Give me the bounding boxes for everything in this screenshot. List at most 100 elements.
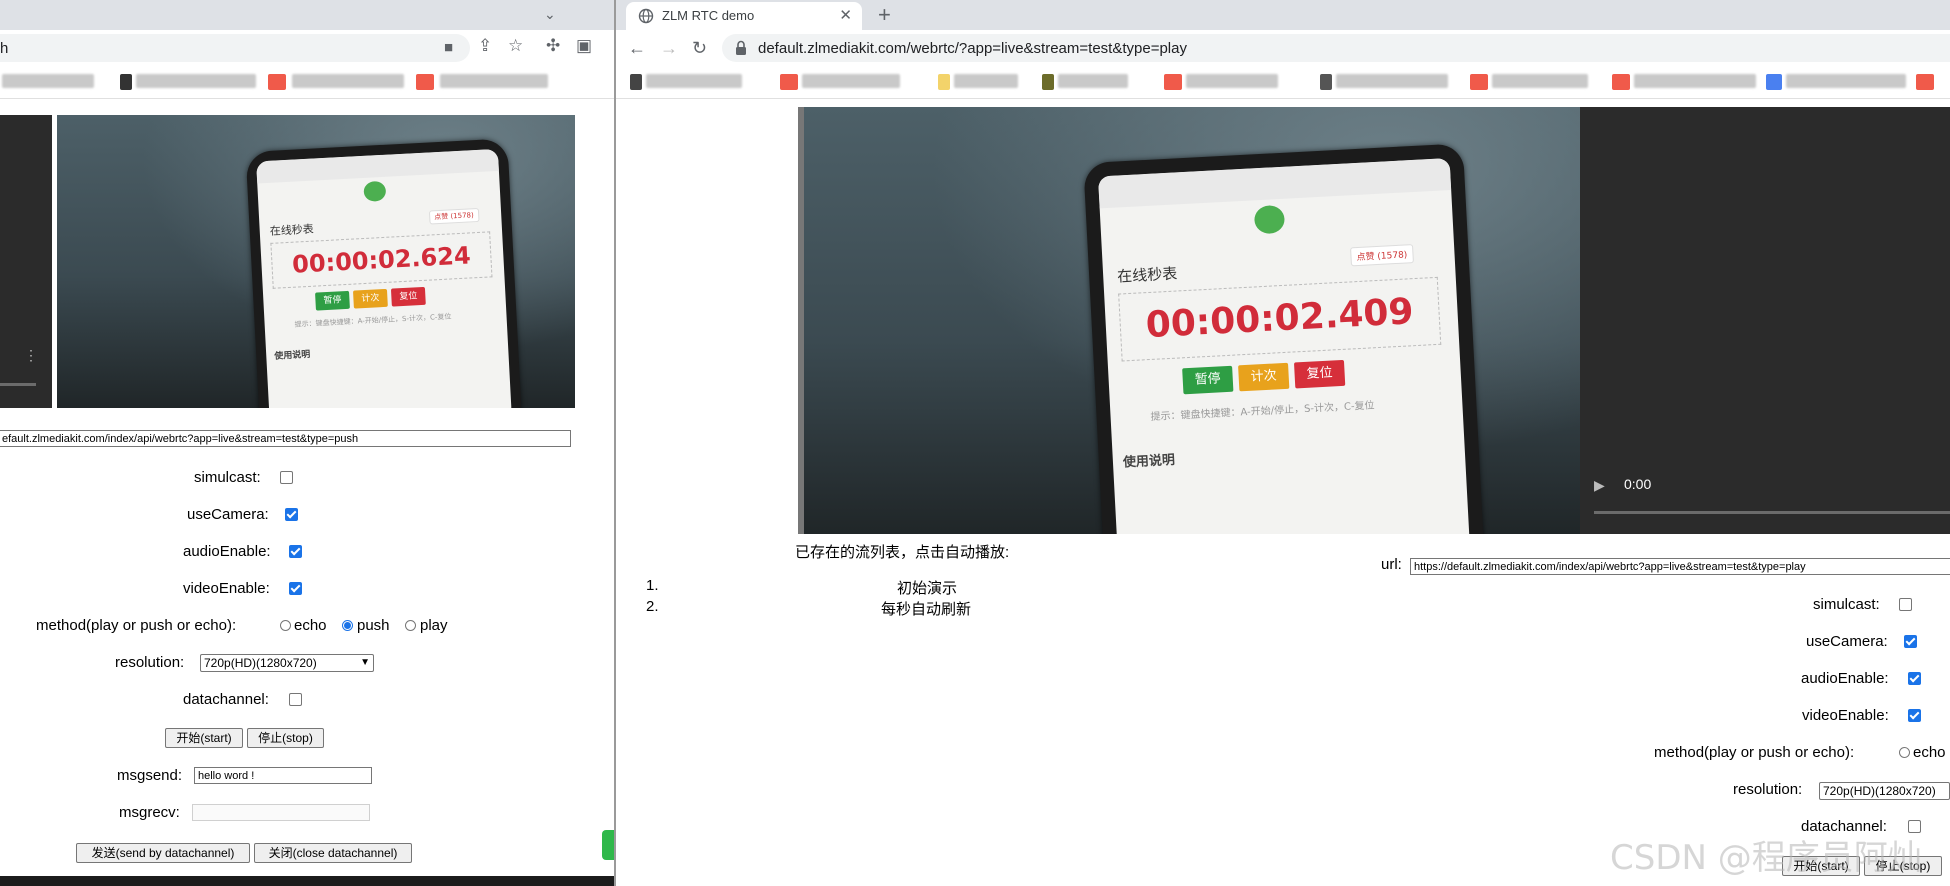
- stop-button[interactable]: 停止(stop): [247, 728, 324, 748]
- chevron-down-icon[interactable]: ⌄: [544, 6, 556, 23]
- send-datachannel-button[interactable]: 发送(send by datachannel): [76, 843, 250, 863]
- reload-icon[interactable]: ↻: [692, 38, 707, 59]
- bookmark-favicon-icon: [1916, 74, 1934, 90]
- bookmark-favicon-icon: [1042, 74, 1054, 90]
- method-radio-play[interactable]: [405, 620, 416, 631]
- extensions-icon[interactable]: ✣: [546, 36, 560, 56]
- method-radio-echo[interactable]: [280, 620, 291, 631]
- method-option-push: push: [357, 617, 390, 634]
- local-camera-video[interactable]: 在线秒表 点赞 (1578) 00:00:02.624 暂停 计次 复位 提示：…: [57, 115, 575, 408]
- stopwatch-timer: 00:00:02.624: [270, 231, 493, 289]
- method-radio-echo[interactable]: [1899, 747, 1910, 758]
- floating-side-tab[interactable]: [602, 830, 614, 860]
- local-video-left[interactable]: ⋮: [0, 115, 52, 408]
- video-progress-bar[interactable]: [0, 383, 36, 386]
- usecamera-checkbox[interactable]: [285, 508, 298, 521]
- stream-list-title: 已存在的流列表，点击自动播放:: [795, 544, 1010, 561]
- bookmark-item[interactable]: [1786, 74, 1906, 88]
- bookmark-item[interactable]: [802, 74, 900, 88]
- right-toolbar: ← → ↻ default.zlmediakit.com/webrtc/?app…: [616, 30, 1950, 66]
- share-icon[interactable]: ⇪: [478, 36, 492, 56]
- close-icon[interactable]: ✕: [839, 6, 852, 24]
- address-bar[interactable]: default.zlmediakit.com/webrtc/?app=live&…: [722, 34, 1950, 62]
- bookmark-item[interactable]: [2, 74, 94, 88]
- bookmark-favicon-icon: [416, 74, 434, 90]
- url-label: url:: [1381, 556, 1402, 573]
- bookmark-item[interactable]: [1058, 74, 1128, 88]
- bookmark-item[interactable]: [292, 74, 404, 88]
- reset-button: 复位: [1293, 359, 1346, 389]
- audioenable-checkbox[interactable]: [1908, 672, 1921, 685]
- bookmark-item[interactable]: [954, 74, 1018, 88]
- tab-zlm-rtc-demo[interactable]: ZLM RTC demo ✕: [626, 2, 862, 30]
- list-item-number: 1.: [646, 577, 659, 594]
- bookmark-favicon-icon: [630, 74, 642, 90]
- back-arrow-icon[interactable]: ←: [628, 38, 646, 59]
- bookmark-item[interactable]: [136, 74, 256, 88]
- new-tab-plus-icon[interactable]: +: [878, 2, 891, 28]
- usecamera-checkbox[interactable]: [1904, 635, 1917, 648]
- videoenable-label: videoEnable:: [1802, 707, 1889, 724]
- bookmark-favicon-icon: [268, 74, 286, 90]
- video-progress-bar[interactable]: [1594, 511, 1950, 514]
- push-url-input[interactable]: efault.zlmediakit.com/index/api/webrtc?a…: [0, 430, 571, 447]
- datachannel-checkbox[interactable]: [289, 693, 302, 706]
- audioenable-label: audioEnable:: [1801, 670, 1889, 687]
- right-tab-strip: ZLM RTC demo ✕ +: [616, 0, 1950, 30]
- play-url-input[interactable]: https://default.zlmediakit.com/index/api…: [1410, 558, 1950, 575]
- method-label: method(play or push or echo):: [1654, 744, 1855, 761]
- csdn-watermark: CSDN @程序员阿灿: [1610, 838, 1922, 878]
- camera-icon[interactable]: ■: [444, 39, 453, 56]
- play-icon[interactable]: ▶: [1594, 477, 1605, 494]
- left-omnibox[interactable]: h ■: [0, 34, 470, 62]
- left-browser-window: ⌄ h ■ ⇪ ☆ ✣ ▣ ⋮ 在线秒表 点赞 (1578) 00:00:02.…: [0, 0, 616, 886]
- like-badge: 点赞 (1578): [428, 207, 480, 225]
- msgrecv-input[interactable]: [192, 804, 370, 821]
- stream-list-item[interactable]: 初始演示: [897, 577, 957, 598]
- videoenable-checkbox[interactable]: [1908, 709, 1921, 722]
- local-camera-video[interactable]: 在线秒表 点赞 (1578) 00:00:02.409 暂停 计次 复位 提示：…: [798, 107, 1586, 534]
- bookmark-favicon-icon: [1320, 74, 1332, 90]
- bookmark-item[interactable]: [646, 74, 742, 88]
- bookmark-favicon-icon: [1164, 74, 1182, 90]
- shortcut-tip: 提示：键盘快捷键：A-开始/停止，S-计次，C-复位: [294, 312, 452, 329]
- audioenable-checkbox[interactable]: [289, 545, 302, 558]
- method-option-echo: echo: [294, 617, 327, 634]
- bookmark-item[interactable]: [1336, 74, 1448, 88]
- star-icon[interactable]: ☆: [508, 36, 523, 56]
- stream-list-item[interactable]: 每秒自动刷新: [881, 598, 971, 619]
- resolution-label: resolution:: [1733, 781, 1803, 798]
- bookmark-item[interactable]: [1492, 74, 1588, 88]
- close-datachannel-button[interactable]: 关闭(close datachannel): [254, 843, 412, 863]
- videoenable-checkbox[interactable]: [289, 582, 302, 595]
- simulcast-checkbox[interactable]: [1899, 598, 1912, 611]
- more-options-icon[interactable]: ⋮: [24, 347, 38, 364]
- msgsend-input[interactable]: hello word !: [194, 767, 372, 784]
- bookmark-favicon-icon: [120, 74, 132, 90]
- remote-video-player[interactable]: ▶ 0:00: [1580, 107, 1950, 534]
- forward-arrow-icon[interactable]: →: [660, 38, 678, 59]
- lap-button: 计次: [352, 288, 388, 309]
- bookmark-item[interactable]: [1186, 74, 1278, 88]
- left-bookmarks-bar: [0, 66, 614, 99]
- usage-heading: 使用说明: [1122, 452, 1176, 471]
- usecamera-label: useCamera:: [187, 506, 269, 523]
- frog-logo-icon: [363, 180, 387, 202]
- datachannel-label: datachannel:: [183, 691, 269, 708]
- method-radio-push[interactable]: [342, 620, 353, 631]
- side-panel-icon[interactable]: ▣: [576, 36, 592, 56]
- tab-title: ZLM RTC demo: [662, 8, 755, 23]
- bookmark-item[interactable]: [1634, 74, 1756, 88]
- reset-button: 复位: [390, 286, 426, 307]
- left-omnibox-text: h: [0, 40, 9, 57]
- bookmark-item[interactable]: [440, 74, 548, 88]
- bookmark-favicon-icon: [1766, 74, 1782, 90]
- method-option-play: play: [420, 617, 448, 634]
- resolution-select[interactable]: 720p(HD)(1280x720): [1819, 782, 1950, 800]
- bookmark-favicon-icon: [938, 74, 950, 90]
- start-button[interactable]: 开始(start): [165, 728, 243, 748]
- bookmark-favicon-icon: [780, 74, 798, 90]
- simulcast-checkbox[interactable]: [280, 471, 293, 484]
- lock-icon[interactable]: [734, 40, 748, 56]
- resolution-select[interactable]: 720p(HD)(1280x720) ▼: [200, 654, 374, 672]
